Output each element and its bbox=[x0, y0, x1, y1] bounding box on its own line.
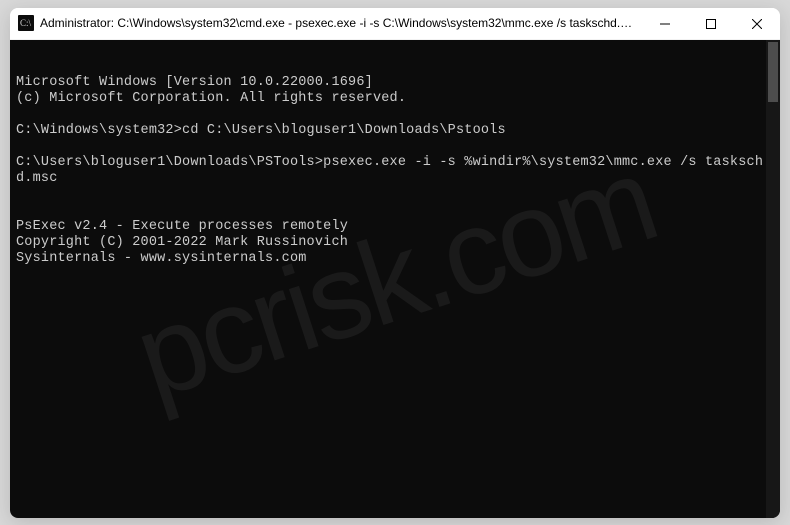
window-title: Administrator: C:\Windows\system32\cmd.e… bbox=[40, 16, 642, 30]
close-button[interactable] bbox=[734, 8, 780, 40]
terminal-line bbox=[16, 187, 774, 203]
terminal-line bbox=[16, 139, 774, 155]
terminal-line: C:\Users\bloguser1\Downloads\PSTools>pse… bbox=[16, 155, 774, 187]
terminal-line: PsExec v2.4 - Execute processes remotely bbox=[16, 219, 774, 235]
terminal-line: Copyright (C) 2001-2022 Mark Russinovich bbox=[16, 235, 774, 251]
svg-text:C:\: C:\ bbox=[20, 18, 32, 28]
cmd-icon: C:\ bbox=[18, 15, 34, 31]
minimize-button[interactable] bbox=[642, 8, 688, 40]
terminal-line: Sysinternals - www.sysinternals.com bbox=[16, 251, 774, 267]
terminal-line bbox=[16, 203, 774, 219]
terminal-line bbox=[16, 267, 774, 283]
terminal-line: (c) Microsoft Corporation. All rights re… bbox=[16, 91, 774, 107]
scrollbar-thumb[interactable] bbox=[768, 42, 778, 102]
terminal-output: Microsoft Windows [Version 10.0.22000.16… bbox=[16, 75, 774, 283]
terminal-line bbox=[16, 107, 774, 123]
titlebar[interactable]: C:\ Administrator: C:\Windows\system32\c… bbox=[10, 8, 780, 40]
terminal-area[interactable]: Microsoft Windows [Version 10.0.22000.16… bbox=[10, 40, 780, 518]
window-controls bbox=[642, 8, 780, 39]
terminal-line: Microsoft Windows [Version 10.0.22000.16… bbox=[16, 75, 774, 91]
cmd-window: C:\ Administrator: C:\Windows\system32\c… bbox=[10, 8, 780, 518]
scrollbar-track[interactable] bbox=[766, 40, 780, 518]
terminal-line: C:\Windows\system32>cd C:\Users\bloguser… bbox=[16, 123, 774, 139]
maximize-button[interactable] bbox=[688, 8, 734, 40]
